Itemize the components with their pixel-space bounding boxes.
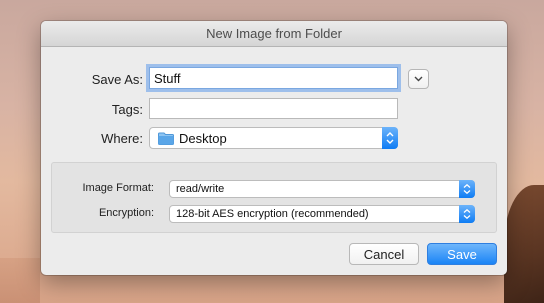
chevron-up-icon xyxy=(386,132,394,137)
cancel-button[interactable]: Cancel xyxy=(349,243,419,265)
chevron-down-icon xyxy=(463,190,471,194)
encryption-stepper xyxy=(459,205,475,223)
expand-save-panel-button[interactable] xyxy=(408,69,429,89)
save-as-value: Stuff xyxy=(154,70,181,86)
where-label: Where: xyxy=(101,131,143,146)
save-as-field[interactable]: Stuff xyxy=(149,67,398,89)
dialog-title: New Image from Folder xyxy=(41,21,507,47)
chevron-up-icon xyxy=(463,209,471,213)
image-format-popup[interactable]: read/write xyxy=(169,180,475,198)
save-as-label: Save As: xyxy=(91,72,143,87)
where-popup[interactable]: Desktop xyxy=(149,127,398,149)
background-rock xyxy=(504,185,544,303)
where-stepper xyxy=(382,127,398,149)
options-panel: Image Format: read/write Encryption: 128… xyxy=(51,162,497,233)
chevron-down-icon xyxy=(386,139,394,144)
folder-icon xyxy=(158,132,174,145)
encryption-label: Encryption: xyxy=(98,207,154,219)
tags-label: Tags: xyxy=(111,102,143,117)
chevron-up-icon xyxy=(463,184,471,188)
encryption-value: 128-bit AES encryption (recommended) xyxy=(176,208,369,220)
encryption-popup[interactable]: 128-bit AES encryption (recommended) xyxy=(169,205,475,223)
image-format-stepper xyxy=(459,180,475,198)
image-format-value: read/write xyxy=(176,183,225,195)
save-button[interactable]: Save xyxy=(427,243,497,265)
image-format-label: Image Format: xyxy=(82,182,154,194)
new-image-dialog: New Image from Folder Save As: Stuff Tag… xyxy=(41,21,507,275)
background-shade xyxy=(0,258,40,303)
tags-field[interactable] xyxy=(149,98,398,119)
where-value: Desktop xyxy=(179,130,227,146)
chevron-down-icon xyxy=(463,215,471,219)
chevron-down-icon xyxy=(414,76,423,82)
